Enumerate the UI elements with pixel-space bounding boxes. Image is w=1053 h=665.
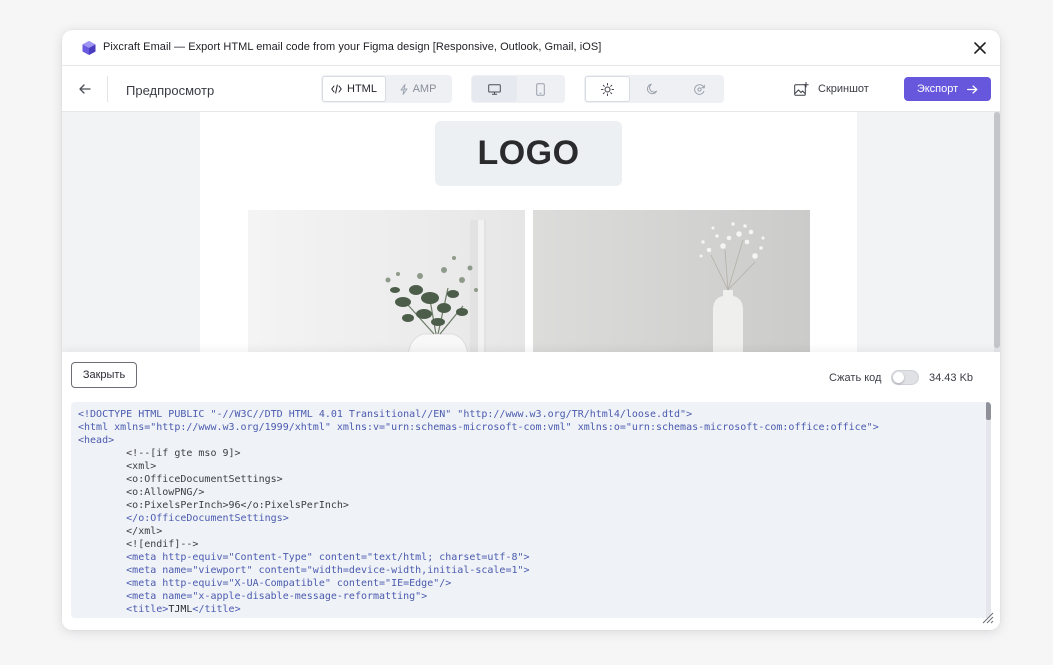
screenshot-label: Скриншот — [818, 83, 869, 95]
code-line: <o:OfficeDocumentSettings> — [78, 474, 283, 485]
compress-code-toggle[interactable] — [891, 370, 919, 385]
toolbar: Предпросмотр HTML AMP Скриншот Экспорт — [62, 66, 1000, 112]
code-line: <meta name="x-apple-disable-message-refo… — [78, 591, 428, 602]
code-line: </xml> — [78, 526, 163, 537]
code-line: <html xmlns="http://www.w3.org/1999/xhtm… — [78, 422, 879, 433]
code-line: <meta name="viewport" content="width=dev… — [78, 565, 530, 576]
lightning-icon — [400, 83, 408, 95]
logo-text: LOGO — [477, 134, 580, 172]
back-button[interactable] — [74, 78, 96, 100]
code-line: <title>TJML</title> — [126, 604, 241, 615]
code-line: <head> — [78, 435, 115, 446]
code-size: 34.43 Kb — [929, 372, 974, 384]
product-image-right — [533, 210, 810, 352]
close-code-button[interactable]: Закрыть — [71, 362, 137, 388]
tab-html-label: HTML — [347, 83, 377, 95]
export-button[interactable]: Экспорт — [904, 77, 991, 101]
code-line: <xml> — [78, 461, 157, 472]
arrow-left-icon — [79, 84, 91, 94]
code-line: <o:AllowPNG/> — [78, 487, 205, 498]
code-icon — [331, 84, 342, 94]
pixcraft-logo-icon — [82, 41, 96, 55]
email-preview: LOGO — [62, 112, 1000, 352]
preview-scrollbar[interactable] — [994, 112, 1000, 352]
title-bar: Pixcraft Email — Export HTML email code … — [62, 30, 1000, 66]
theme-auto-icon — [694, 83, 705, 95]
arrow-right-icon — [967, 84, 978, 94]
product-image-left — [248, 210, 525, 352]
toolbar-divider — [107, 76, 108, 102]
export-label: Экспорт — [916, 83, 959, 95]
monitor-icon — [488, 83, 501, 95]
close-icon[interactable] — [970, 38, 990, 58]
format-switcher: HTML AMP — [321, 75, 452, 103]
code-scrollbar[interactable] — [986, 402, 991, 618]
toggle-knob — [893, 372, 904, 383]
page-title: Предпросмотр — [126, 83, 215, 98]
code-line: </o:OfficeDocumentSettings> — [78, 513, 289, 524]
email-canvas: LOGO — [200, 112, 857, 352]
resize-grip-icon[interactable] — [980, 610, 994, 624]
code-panel: Закрыть Сжать код 34.43 Kb <!DOCTYPE HTM… — [62, 352, 1000, 630]
screenshot-button[interactable]: Скриншот — [794, 76, 869, 102]
code-viewer[interactable]: <!DOCTYPE HTML PUBLIC "-//W3C//DTD HTML … — [71, 402, 991, 618]
phone-icon — [536, 82, 545, 96]
compress-code-label: Сжать код — [829, 372, 882, 384]
code-line: <meta http-equiv="Content-Type" content=… — [78, 552, 530, 563]
code-line: <o:PixelsPerInch>96</o:PixelsPerInch> — [78, 500, 349, 511]
device-mobile-button[interactable] — [517, 76, 564, 102]
code-lines: <!DOCTYPE HTML PUBLIC "-//W3C//DTD HTML … — [78, 408, 879, 616]
moon-icon — [647, 83, 657, 95]
image-add-icon — [794, 82, 809, 96]
tab-html[interactable]: HTML — [322, 76, 386, 102]
tab-amp-label: AMP — [412, 83, 437, 95]
theme-dark-button[interactable] — [630, 76, 676, 102]
device-desktop-button[interactable] — [472, 76, 517, 102]
code-line: <!DOCTYPE HTML PUBLIC "-//W3C//DTD HTML … — [78, 409, 693, 420]
code-line: <meta http-equiv="X-UA-Compatible" conte… — [78, 578, 452, 589]
export-dialog: Pixcraft Email — Export HTML email code … — [62, 30, 1000, 630]
email-logo: LOGO — [435, 121, 622, 186]
theme-auto-button[interactable] — [676, 76, 723, 102]
theme-switcher — [584, 75, 724, 103]
code-line: <!--[if gte mso 9]> — [78, 448, 241, 459]
theme-light-button[interactable] — [585, 76, 630, 102]
device-switcher — [471, 75, 565, 103]
tab-amp[interactable]: AMP — [386, 76, 450, 102]
window-title: Pixcraft Email — Export HTML email code … — [103, 41, 602, 53]
code-line: <![endif]--> — [78, 539, 199, 550]
sun-icon — [601, 82, 614, 96]
